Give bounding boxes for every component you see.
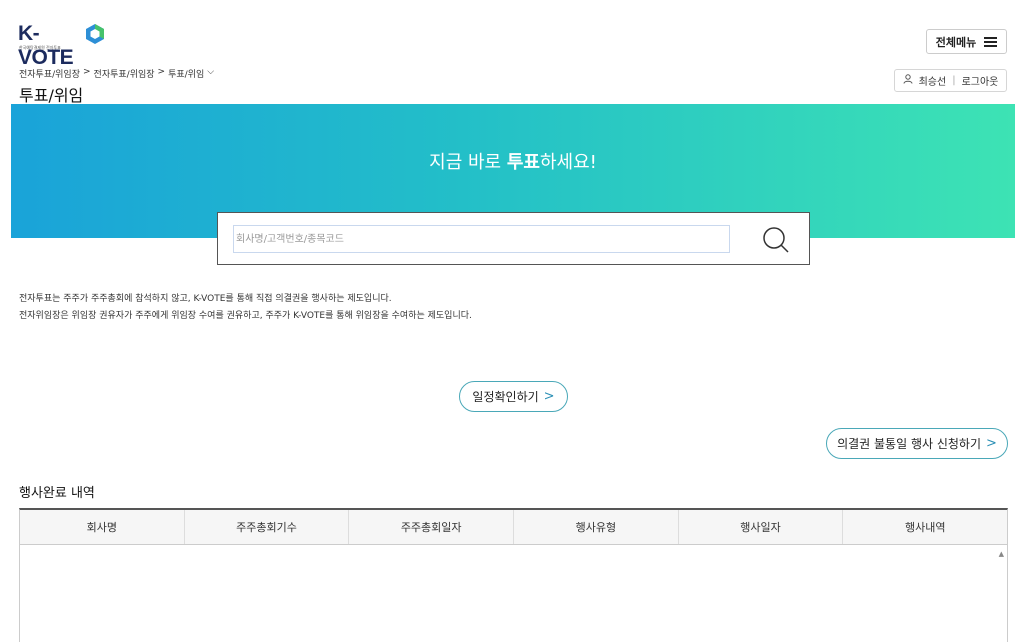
table-header: 회사명 주주총회기수 주주총회일자 행사유형 행사일자 행사내역 [20,510,1007,545]
schedule-button[interactable]: 일정확인하기 > [459,381,568,412]
breadcrumb-item[interactable]: 전자투표/위임장 [94,67,155,80]
column-header: 회사명 [20,510,185,544]
full-menu-button[interactable]: 전체메뉴 [926,29,1007,54]
hero-title-post: 하세요! [539,152,597,173]
column-header: 행사일자 [679,510,844,544]
hero-title-bold: 투표 [506,152,540,173]
search-input[interactable] [233,225,730,253]
chevron-right-icon: > [986,436,997,451]
chevron-right-icon: > [83,67,91,77]
history-table: 회사명 주주총회기수 주주총회일자 행사유형 행사일자 행사내역 ▲ [19,508,1008,642]
schedule-button-label: 일정확인하기 [472,390,539,404]
column-header: 행사유형 [514,510,679,544]
user-box: 최승선 | 로그아웃 [894,69,1007,92]
breadcrumb-item[interactable]: 전자투표/위임장 [19,67,80,80]
breadcrumb-item[interactable]: 투표/위임 [168,67,204,80]
scroll-up-arrow-icon[interactable]: ▲ [999,550,1004,558]
hero-title-pre: 지금 바로 [429,152,507,173]
description-line: 전자위임장은 위임장 권유자가 주주에게 위임장 수여를 권유하고, 주주가 K… [19,311,472,321]
hero-title: 지금 바로 투표하세요! [11,148,1015,174]
logo-hexagon-icon [86,24,104,44]
history-section-title: 행사완료 내역 [19,486,95,501]
user-name[interactable]: 최승선 [919,73,947,88]
chevron-right-icon: > [543,389,555,404]
apply-button-label: 의결권 불통일 행사 신청하기 [837,437,982,451]
column-header: 주주총회일자 [349,510,515,544]
search-icon[interactable] [761,225,791,255]
logo-subtitle: 한국예탁결제원 전자투표 [19,45,61,50]
description-line: 전자투표는 주주가 주주총회에 참석하지 않고, K-VOTE를 통해 직접 의… [19,294,392,304]
logout-button[interactable]: 로그아웃 [962,73,999,88]
user-icon [903,74,913,87]
column-header: 행사내역 [904,521,946,534]
split-vote-apply-button[interactable]: 의결권 불통일 행사 신청하기 > [826,428,1008,459]
page-title: 투표/위임 [19,86,84,105]
full-menu-label: 전체메뉴 [935,35,977,49]
hamburger-icon [984,36,998,47]
header: K-VOTE 한국예탁결제원 전자투표 전체메뉴 전자투표/위임장 > 전자투표… [0,0,1024,105]
chevron-down-icon[interactable]: ⌵ [207,67,214,80]
description: 전자투표는 주주가 주주총회에 참석하지 않고, K-VOTE를 통해 직접 의… [19,291,472,325]
search-box [217,212,810,265]
chevron-right-icon: > [157,67,166,77]
breadcrumb: 전자투표/위임장 > 전자투표/위임장 > 투표/위임 ⌵ [19,67,214,80]
divider: | [952,75,956,86]
column-header: 주주총회기수 [185,510,350,544]
